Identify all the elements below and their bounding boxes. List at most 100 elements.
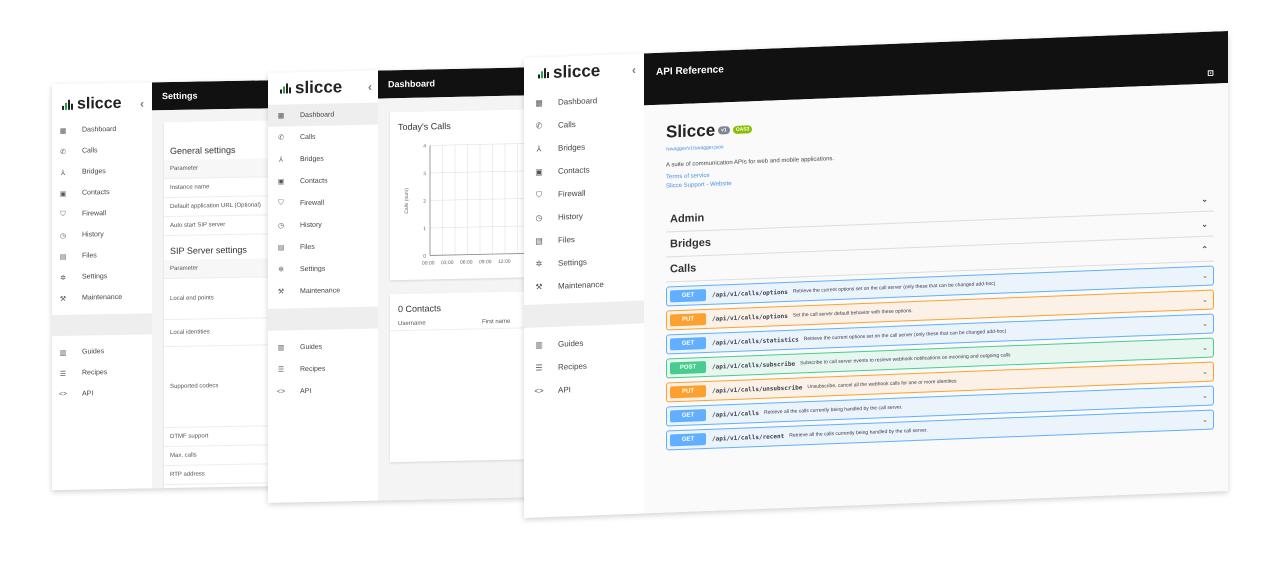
bridge-icon: ⅄ (536, 144, 542, 154)
sidebar-item-label: Contacts (300, 177, 328, 185)
sidebar-item-label: Settings (300, 265, 326, 273)
method-badge: PUT (670, 385, 706, 399)
chevron-down-icon[interactable]: ⌄ (1202, 368, 1213, 376)
history-icon: ◷ (59, 232, 67, 240)
wrench-icon: ⚒ (535, 282, 543, 292)
sidebar-nav: ▦ Dashboard ✆ Calls ⅄ Bridges ▣ Contacts ⛉ Firewa… (524, 87, 644, 403)
tag-section-label: Bridges (670, 236, 711, 251)
sidebar-item-maintenance[interactable]: ⚒ Maintenance (524, 271, 644, 299)
collapse-sidebar-icon[interactable]: ‹ (140, 96, 144, 110)
sidebar-item-files[interactable]: ▤ Files (268, 235, 378, 259)
method-badge: GET (670, 337, 706, 351)
column-first-name[interactable]: First name (482, 319, 510, 326)
sidebar-item-label: Bridges (300, 155, 324, 163)
sidebar-item-label: Bridges (558, 142, 586, 153)
sidebar-item-label: API (300, 387, 312, 395)
y-tick-label: 3 (423, 171, 426, 177)
nav-divider (52, 313, 152, 337)
sidebar-item-recipes[interactable]: ☰ Recipes (268, 357, 378, 381)
sidebar-item-firewall[interactable]: ⛉ Firewall (52, 202, 152, 225)
recipes-icon: ☰ (59, 370, 67, 378)
sidebar-item-files[interactable]: ▤ Files (52, 244, 152, 267)
sidebar-item-label: History (300, 221, 322, 229)
operation-summary: Retrieve the current options set on the … (792, 280, 996, 295)
recipes-icon: ☰ (535, 363, 543, 373)
gear-icon: ✲ (60, 274, 66, 282)
sidebar-item-history[interactable]: ◷ History (268, 213, 378, 237)
sidebar-item-history[interactable]: ◷ History (52, 223, 152, 246)
x-tick-label: 06:00 (460, 260, 473, 266)
operation-path: /api/v1/calls/options (712, 312, 788, 323)
column-username[interactable]: Username (398, 319, 482, 328)
chevron-icon[interactable]: ⌄ (1201, 194, 1214, 203)
y-axis-label: Calls (num) (404, 188, 410, 214)
chevron-down-icon[interactable]: ⌄ (1202, 392, 1213, 400)
collapse-sidebar-icon[interactable]: ‹ (632, 63, 636, 77)
sidebar-item-label: Dashboard (558, 96, 598, 107)
sidebar-item-recipes[interactable]: ☰ Recipes (52, 361, 152, 384)
sidebar-item-label: Guides (300, 343, 323, 351)
chevron-down-icon[interactable]: ⌄ (1202, 344, 1213, 352)
sidebar-nav: ▦ Dashboard ✆ Calls ⅄ Bridges ▣ Contacts ⛉ Firewa… (52, 118, 152, 405)
sidebar-item-contacts[interactable]: ▣ Contacts (52, 181, 152, 204)
sidebar-item-api[interactable]: <> API (524, 375, 644, 403)
sidebar-item-api[interactable]: <> API (268, 379, 378, 403)
chevron-icon[interactable]: ⌃ (1201, 244, 1214, 253)
logo-mark-icon (280, 83, 291, 94)
sidebar-item-settings[interactable]: ✲ Settings (268, 257, 378, 281)
shield-icon: ⛉ (536, 189, 542, 200)
sidebar-item-label: Settings (558, 257, 587, 268)
sidebar-item-maintenance[interactable]: ⚒ Maintenance (52, 286, 152, 309)
y-tick-label: 1 (423, 226, 426, 232)
method-badge: POST (670, 361, 706, 375)
sidebar-item-calls[interactable]: ✆ Calls (268, 125, 378, 149)
sidebar-item-firewall[interactable]: ⛉ Firewall (268, 191, 378, 215)
chevron-icon[interactable]: ⌄ (1201, 219, 1214, 228)
contacts-card: 0 Contacts Username First name (390, 291, 538, 463)
logo: slicce ‹ (524, 53, 644, 92)
operation-path: /api/v1/calls/recent (712, 432, 785, 443)
contacts-icon: ▣ (277, 178, 285, 186)
sidebar-item-guides[interactable]: ▥ Guides (268, 335, 378, 359)
method-badge: PUT (670, 313, 706, 327)
sidebar-item-settings[interactable]: ✲ Settings (52, 265, 152, 288)
sidebar: slicce ‹ ▦ Dashboard ✆ Calls ⅄ Bridges ▣ Contac… (268, 70, 378, 503)
chevron-down-icon[interactable]: ⌄ (1202, 416, 1213, 424)
sidebar-item-api[interactable]: <> API (52, 382, 152, 405)
x-tick-label: 12:00 (498, 259, 511, 265)
contacts-icon: ▣ (535, 167, 543, 177)
sidebar-item-label: Files (300, 243, 315, 251)
authorize-icon[interactable]: ⊡ (1207, 68, 1214, 77)
version-badge: v1 (718, 126, 730, 135)
settings-window: slicce ‹ ▦ Dashboard ✆ Calls ⅄ Bridges ▣ Contac… (52, 79, 292, 491)
sidebar-item-bridges[interactable]: ⅄ Bridges (268, 147, 378, 171)
sidebar-item-maintenance[interactable]: ⚒ Maintenance (268, 279, 378, 303)
page-title: Dashboard (378, 67, 538, 99)
sidebar-item-bridges[interactable]: ⅄ Bridges (52, 160, 152, 183)
operation-summary: Retrieve the current options set on the … (803, 328, 1007, 343)
sidebar-item-contacts[interactable]: ▣ Contacts (268, 169, 378, 193)
dashboard-icon: ▦ (277, 112, 285, 120)
phone-icon: ✆ (60, 148, 66, 156)
operation-path: /api/v1/calls/subscribe (712, 360, 796, 371)
chevron-down-icon[interactable]: ⌄ (1202, 272, 1213, 280)
swagger-ui: Slicce v1 OAS3 /swagger/v1/swagger.json … (666, 101, 1214, 454)
sidebar-item-calls[interactable]: ✆ Calls (52, 139, 152, 162)
sidebar-item-dashboard[interactable]: ▦ Dashboard (52, 118, 152, 141)
spec-badge: OAS3 (732, 125, 753, 134)
sidebar-item-dashboard[interactable]: ▦ Dashboard (268, 102, 378, 127)
contacts-icon: ▣ (59, 190, 67, 198)
code-icon: <> (276, 387, 286, 396)
files-icon: ▤ (59, 253, 67, 261)
sidebar-item-label: Files (82, 252, 97, 260)
sidebar: slicce ‹ ▦ Dashboard ✆ Calls ⅄ Bridges ▣ Contac… (52, 82, 152, 491)
sidebar-item-guides[interactable]: ▥ Guides (52, 340, 152, 363)
chevron-down-icon[interactable]: ⌄ (1202, 296, 1213, 304)
chevron-down-icon[interactable]: ⌄ (1202, 320, 1213, 328)
sidebar-item-label: Maintenance (82, 293, 123, 302)
dashboard-icon: ▦ (535, 98, 543, 108)
sidebar-item-label: Calls (558, 120, 576, 130)
book-icon: ▥ (59, 349, 67, 357)
collapse-sidebar-icon[interactable]: ‹ (368, 80, 372, 94)
tag-section-label: Admin (670, 212, 705, 226)
